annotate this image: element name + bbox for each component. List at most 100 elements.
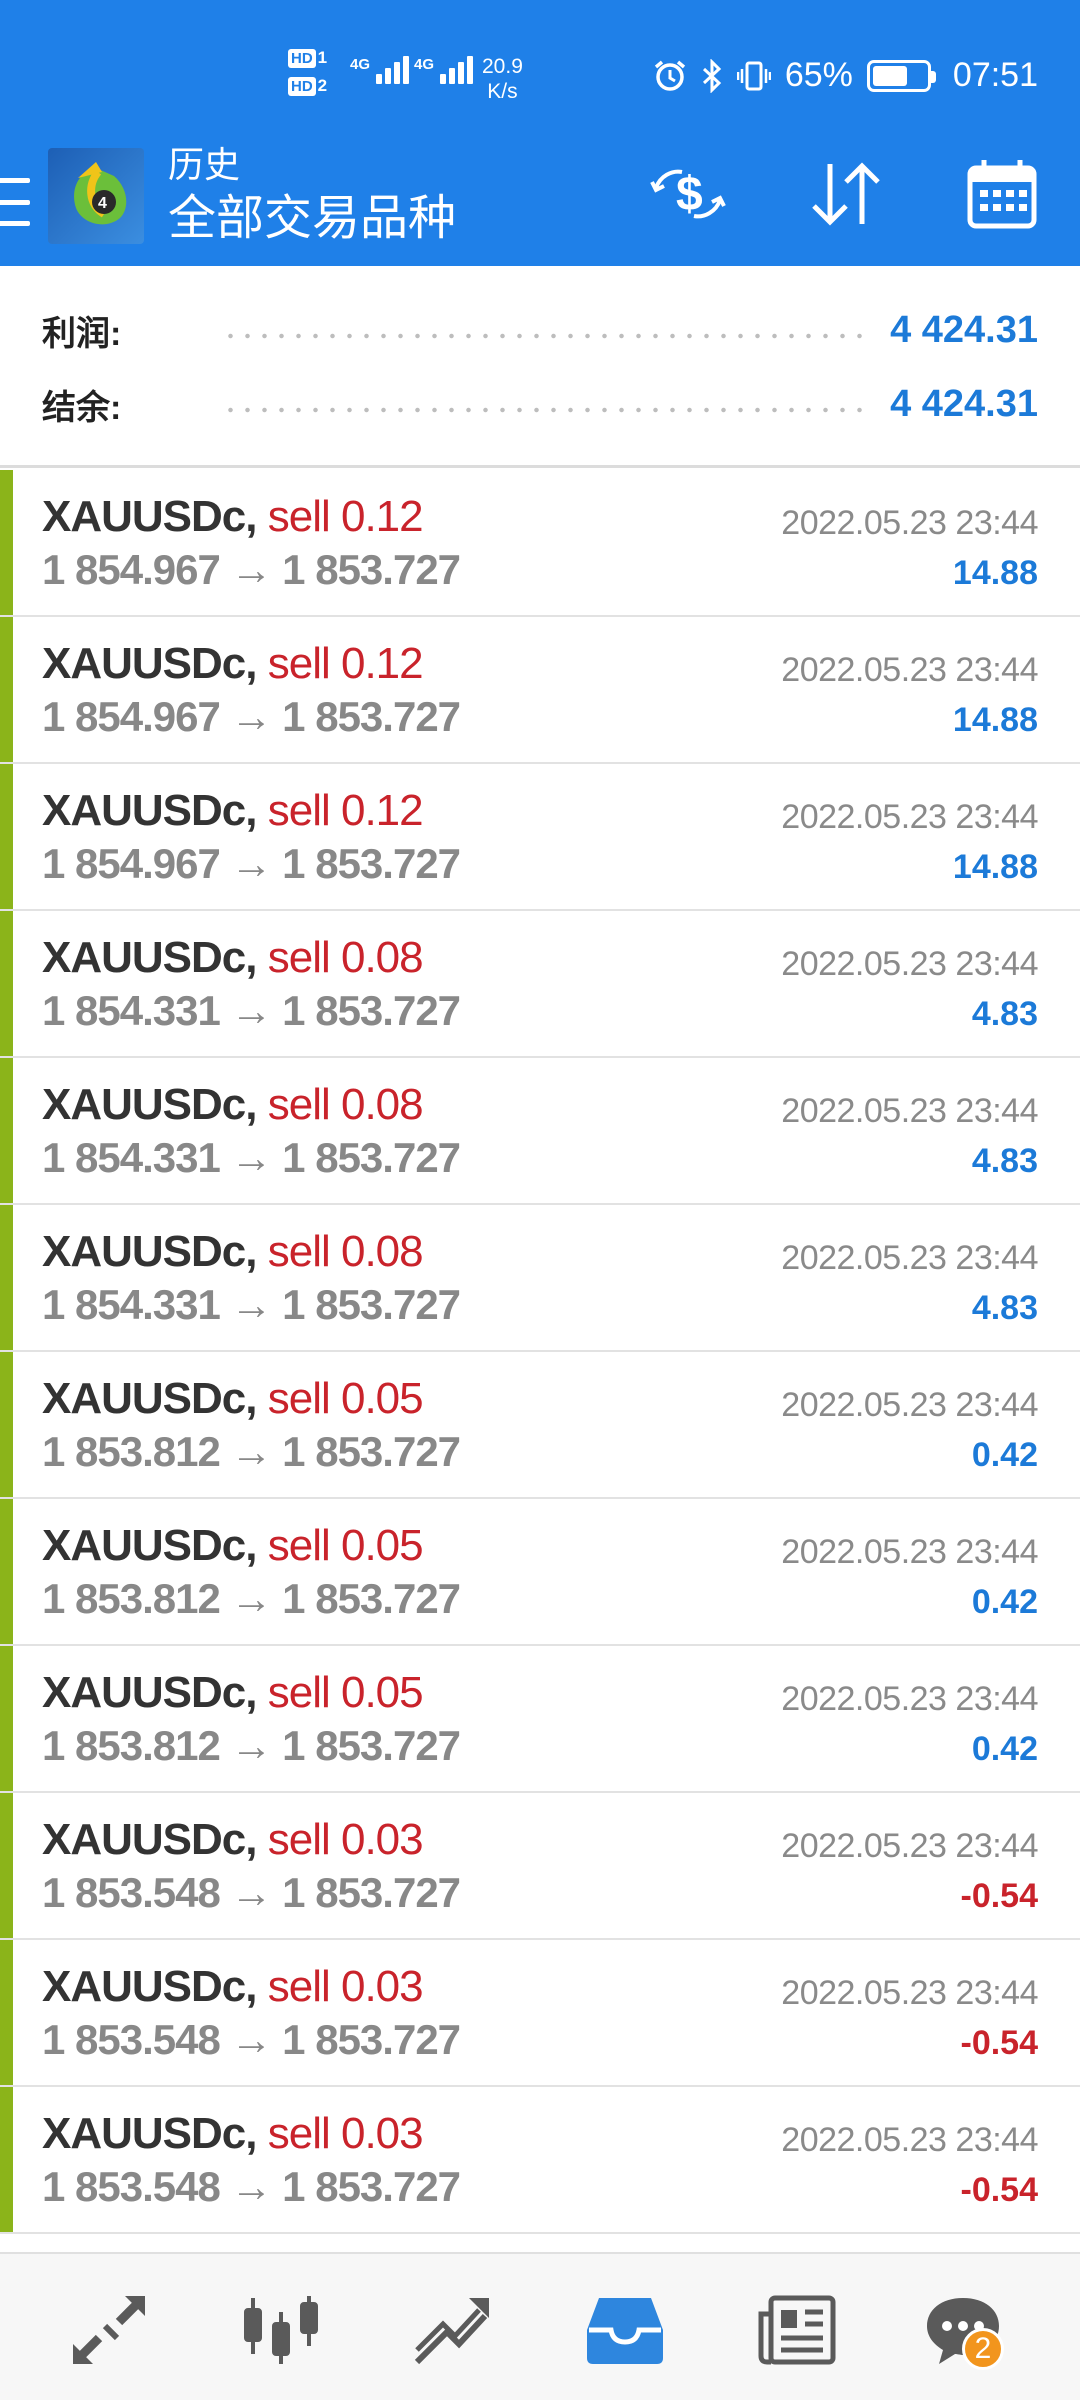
deal-profit: 14.88	[952, 554, 1038, 592]
svg-text:$: $	[676, 168, 703, 221]
deal-stripe	[0, 617, 13, 762]
deal-symbol: XAUUSDc,	[42, 1227, 257, 1276]
deal-time: 2022.05.23 23:44	[781, 1386, 1038, 1424]
deal-stripe	[0, 1058, 13, 1203]
deal-type: sell 0.03	[267, 1815, 424, 1864]
deal-time: 2022.05.23 23:44	[781, 945, 1038, 983]
signal-2-icon: 4G	[414, 56, 474, 84]
deal-row[interactable]: XAUUSDc, sell 0.03 1 853.548 → 1 853.727…	[0, 1940, 1080, 2087]
chat-icon[interactable]: 2	[918, 2288, 1008, 2372]
deal-title: XAUUSDc, sell 0.03	[42, 2109, 424, 2159]
deal-profit: 14.88	[952, 848, 1038, 886]
clock: 07:51	[952, 56, 1038, 94]
sim-hd-indicators: HD 1 HD 2	[288, 48, 327, 96]
deal-time: 2022.05.23 23:44	[781, 1827, 1038, 1865]
deal-prices: 1 854.967 → 1 853.727	[42, 693, 461, 740]
battery-fill	[872, 65, 907, 86]
deal-symbol: XAUUSDc,	[42, 786, 257, 835]
deal-prices: 1 853.548 → 1 853.727	[42, 2163, 461, 2210]
bluetooth-icon	[701, 58, 723, 93]
status-bar: HD 1 HD 2 4G 4G 20.9 K/s 65% 07:51	[0, 0, 1080, 150]
deal-title: XAUUSDc, sell 0.08	[42, 1080, 424, 1130]
deal-time: 2022.05.23 23:44	[781, 798, 1038, 836]
hd1-num: 1	[317, 48, 328, 67]
deal-title: XAUUSDc, sell 0.03	[42, 1962, 424, 2012]
deal-prices: 1 853.812 → 1 853.727	[42, 1428, 461, 1475]
network-speed: 20.9 K/s	[482, 54, 523, 104]
toolbar: 4 历史 全部交易品种 $	[0, 140, 1080, 266]
deal-row[interactable]: XAUUSDc, sell 0.12 1 854.967 → 1 853.727…	[0, 764, 1080, 911]
deal-title: XAUUSDc, sell 0.03	[42, 1815, 424, 1865]
deal-prices: 1 854.331 → 1 853.727	[42, 987, 461, 1034]
chart-candles-icon[interactable]	[236, 2288, 326, 2372]
deal-type: sell 0.05	[267, 1668, 424, 1717]
deal-title: XAUUSDc, sell 0.05	[42, 1374, 424, 1424]
trade-icon[interactable]	[408, 2288, 498, 2372]
deal-list[interactable]: XAUUSDc, sell 0.12 1 854.967 → 1 853.727…	[0, 470, 1080, 2250]
deal-row[interactable]: XAUUSDc, sell 0.08 1 854.331 → 1 853.727…	[0, 1205, 1080, 1352]
quotes-icon[interactable]	[64, 2288, 154, 2372]
news-icon[interactable]	[752, 2288, 842, 2372]
deal-row[interactable]: XAUUSDc, sell 0.05 1 853.812 → 1 853.727…	[0, 1352, 1080, 1499]
deal-row[interactable]: XAUUSDc, sell 0.08 1 854.331 → 1 853.727…	[0, 1058, 1080, 1205]
deal-title: XAUUSDc, sell 0.08	[42, 1227, 424, 1277]
bottom-nav: 2	[0, 2252, 1080, 2400]
deal-row[interactable]: XAUUSDc, sell 0.12 1 854.967 → 1 853.727…	[0, 617, 1080, 764]
balance-label: 结余:	[42, 388, 122, 427]
deal-symbol: XAUUSDc,	[42, 1668, 257, 1717]
deal-row[interactable]: XAUUSDc, sell 0.05 1 853.812 → 1 853.727…	[0, 1646, 1080, 1793]
deal-prices: 1 853.812 → 1 853.727	[42, 1722, 461, 1769]
deal-symbol: XAUUSDc,	[42, 1374, 257, 1423]
deal-title: XAUUSDc, sell 0.08	[42, 933, 424, 983]
deal-prices: 1 854.331 → 1 853.727	[42, 1281, 461, 1328]
deal-title: XAUUSDc, sell 0.12	[42, 639, 424, 689]
deal-symbol: XAUUSDc,	[42, 492, 257, 541]
deposit-withdrawal-icon[interactable]: $	[648, 154, 728, 234]
menu-icon[interactable]	[0, 174, 30, 230]
history-inbox-icon[interactable]	[580, 2288, 670, 2372]
deal-title: XAUUSDc, sell 0.12	[42, 786, 424, 836]
signal-2-label: 4G	[414, 56, 435, 73]
title-block[interactable]: 历史 全部交易品种	[168, 142, 456, 250]
calendar-icon[interactable]	[962, 154, 1042, 234]
deal-stripe	[0, 1352, 13, 1497]
deal-row[interactable]: XAUUSDc, sell 0.05 1 853.812 → 1 853.727…	[0, 1499, 1080, 1646]
sort-icon[interactable]	[806, 154, 886, 234]
deal-symbol: XAUUSDc,	[42, 1080, 257, 1129]
profit-label: 利润:	[42, 314, 122, 353]
deal-time: 2022.05.23 23:44	[781, 1974, 1038, 2012]
deal-time: 2022.05.23 23:44	[781, 504, 1038, 542]
deal-title: XAUUSDc, sell 0.12	[42, 492, 424, 542]
deal-row[interactable]: XAUUSDc, sell 0.03 1 853.548 → 1 853.727…	[0, 1793, 1080, 1940]
deal-time: 2022.05.23 23:44	[781, 2121, 1038, 2159]
deal-profit: 14.88	[952, 701, 1038, 739]
deal-title: XAUUSDc, sell 0.05	[42, 1521, 424, 1571]
deal-profit: 0.42	[971, 1436, 1038, 1474]
symbol-filter-title: 全部交易品种	[168, 192, 457, 245]
deal-type: sell 0.05	[267, 1521, 424, 1570]
deal-profit: 4.83	[971, 1142, 1038, 1180]
deal-profit: 0.42	[971, 1583, 1038, 1621]
chat-unread-badge: 2	[962, 2328, 1004, 2370]
alarm-icon	[653, 59, 687, 93]
deal-type: sell 0.03	[267, 2109, 424, 2158]
deal-type: sell 0.12	[267, 786, 424, 835]
deal-symbol: XAUUSDc,	[42, 2109, 257, 2158]
deal-profit: 4.83	[971, 1289, 1038, 1327]
deal-symbol: XAUUSDc,	[42, 933, 257, 982]
deal-time: 2022.05.23 23:44	[781, 1680, 1038, 1718]
deal-symbol: XAUUSDc,	[42, 1962, 257, 2011]
deal-type: sell 0.08	[267, 1227, 424, 1276]
deal-profit: -0.54	[960, 2171, 1039, 2209]
deal-stripe	[0, 1646, 13, 1791]
deal-row[interactable]: XAUUSDc, sell 0.08 1 854.331 → 1 853.727…	[0, 911, 1080, 1058]
vibrate-icon	[736, 59, 771, 93]
deal-row[interactable]: XAUUSDc, sell 0.03 1 853.548 → 1 853.727…	[0, 2087, 1080, 2234]
deal-type: sell 0.08	[267, 1080, 424, 1129]
battery-icon	[866, 59, 936, 92]
app-logo[interactable]: 4	[48, 148, 144, 244]
deal-symbol: XAUUSDc,	[42, 639, 257, 688]
deal-row[interactable]: XAUUSDc, sell 0.12 1 854.967 → 1 853.727…	[0, 470, 1080, 617]
summary-panel: 利润: 4 424.31 结余: 4 424.31	[0, 266, 1080, 468]
leader-dots	[222, 407, 871, 413]
